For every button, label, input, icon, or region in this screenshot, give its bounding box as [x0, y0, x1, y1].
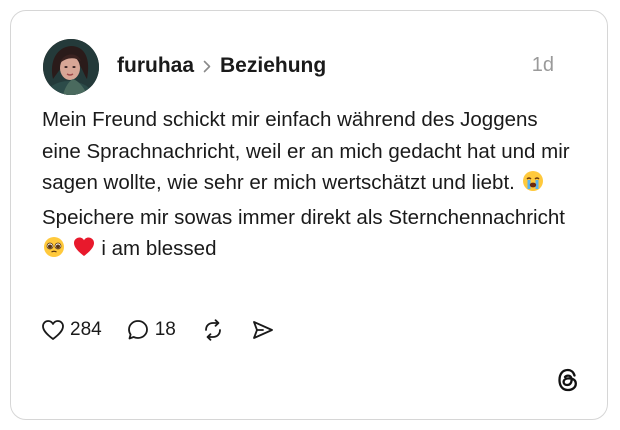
post-text-part2: Speichere mir sowas immer direkt als Ste…: [42, 205, 565, 229]
comment-icon: [126, 318, 150, 342]
loudly-crying-face-emoji-icon: [522, 170, 544, 202]
reply-button[interactable]: 18: [126, 318, 176, 342]
post-text-part3: i am blessed: [101, 237, 217, 260]
send-icon: [250, 318, 276, 342]
repost-button[interactable]: [200, 318, 226, 342]
username[interactable]: furuhaa: [117, 54, 194, 78]
pleading-face-emoji-icon: [43, 236, 65, 268]
chevron-right-icon: [203, 60, 211, 73]
like-button[interactable]: 284: [41, 319, 102, 341]
post-actions: 284 18: [41, 316, 300, 344]
post-card: furuhaa Beziehung 1d Mein Freund schickt…: [10, 10, 608, 420]
reply-count: 18: [154, 319, 176, 340]
repost-icon: [200, 318, 226, 342]
post-text-part1: Mein Freund schickt mir einfach während …: [42, 108, 570, 194]
share-button[interactable]: [250, 318, 276, 342]
community-tag[interactable]: Beziehung: [220, 54, 326, 78]
post-timestamp: 1d: [531, 54, 554, 76]
post-header: furuhaa Beziehung: [117, 53, 326, 79]
red-heart-emoji-icon: [73, 236, 95, 268]
like-count: 284: [70, 319, 102, 340]
post-body: Mein Freund schickt mir einfach während …: [42, 104, 572, 268]
avatar[interactable]: [43, 39, 99, 95]
threads-logo-icon: [555, 367, 581, 393]
heart-icon: [41, 319, 65, 341]
